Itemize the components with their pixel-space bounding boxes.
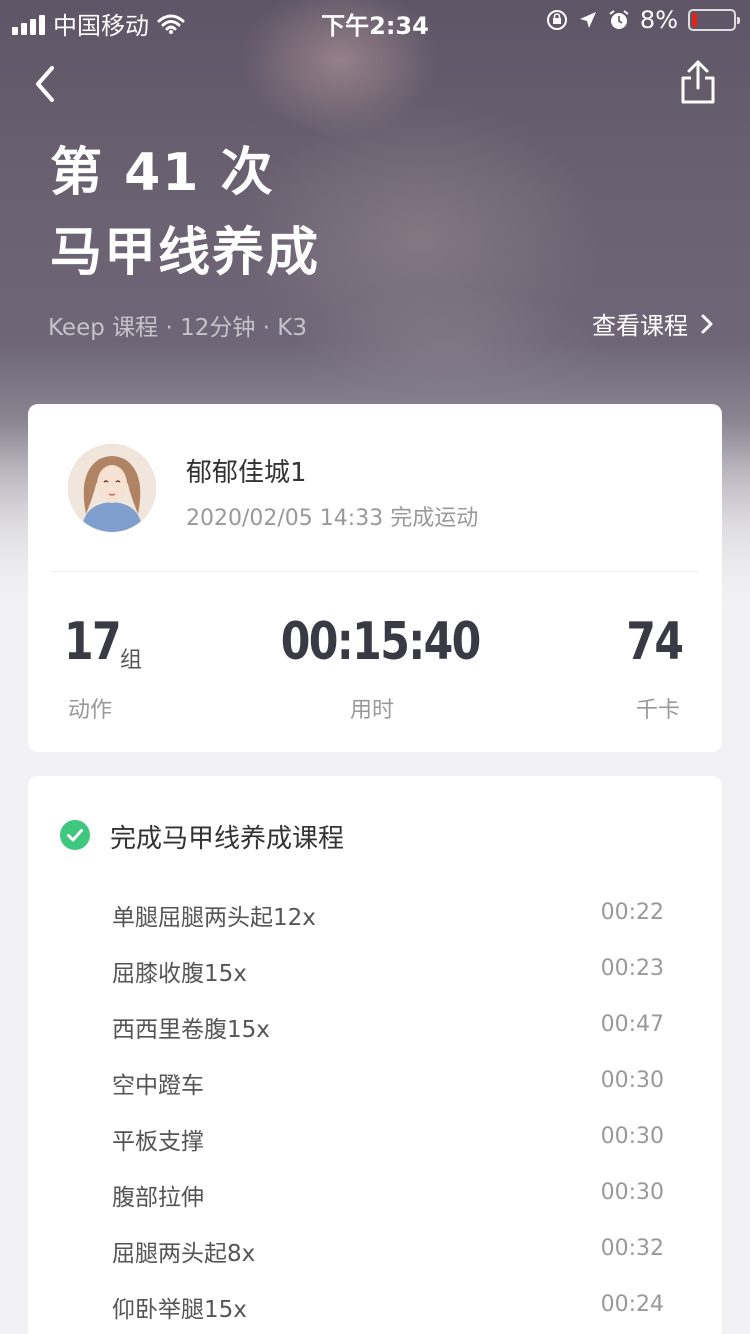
avatar[interactable] [68, 444, 156, 532]
chevron-left-icon [36, 66, 54, 102]
exercise-duration: 00:30 [600, 1180, 664, 1205]
actions-unit: 组 [120, 648, 143, 673]
list-item: 腹部拉伸 00:30 [28, 1168, 722, 1224]
workout-summary-card: 郁郁佳城1 2020/02/05 14:33 完成运动 17 组 动作 00:1… [28, 404, 722, 752]
exercise-duration: 00:24 [600, 1292, 664, 1317]
list-item: 屈腿两头起8x 00:32 [28, 1224, 722, 1280]
actions-count: 17 [64, 612, 122, 672]
course-complete-title: 完成马甲线养成课程 [110, 824, 345, 854]
divider [52, 571, 698, 572]
exercise-duration: 00:30 [600, 1124, 664, 1149]
share-button[interactable] [678, 58, 718, 106]
list-item: 屈膝收腹15x 00:23 [28, 944, 722, 1000]
calories-label: 千卡 [635, 698, 680, 723]
exercise-name: 平板支撑 [112, 1129, 204, 1155]
course-detail-card: 完成马甲线养成课程 单腿屈腿两头起12x 00:22 屈膝收腹15x 00:23… [28, 776, 722, 1334]
exercise-list: 单腿屈腿两头起12x 00:22 屈膝收腹15x 00:23 西西里卷腹15x … [28, 888, 722, 1334]
alarm-icon [609, 10, 629, 29]
course-name-title: 马甲线养成 [50, 223, 321, 283]
exercise-duration: 00:23 [600, 956, 664, 981]
back-button[interactable] [26, 62, 66, 106]
exercise-duration: 00:22 [600, 900, 664, 925]
exercise-name: 空中蹬车 [112, 1073, 204, 1099]
exercise-name: 仰卧举腿15x [112, 1297, 247, 1323]
duration-value: 00:15:40 [280, 612, 482, 672]
view-course-label: 查看课程 [592, 312, 688, 340]
list-item: 空中蹬车 00:30 [28, 1056, 722, 1112]
actions-label: 动作 [68, 698, 113, 723]
username: 郁郁佳城1 [186, 458, 307, 488]
list-item: 仰卧举腿15x 00:24 [28, 1280, 722, 1334]
exercise-name: 西西里卷腹15x [112, 1017, 270, 1043]
exercise-name: 单腿屈腿两头起12x [112, 905, 316, 931]
location-icon [579, 12, 596, 28]
list-item: 平板支撑 00:30 [28, 1112, 722, 1168]
share-icon [681, 60, 715, 104]
exercise-duration: 00:30 [600, 1068, 664, 1093]
chevron-right-icon [701, 314, 713, 333]
exercise-name: 屈腿两头起8x [112, 1241, 256, 1267]
status-bar: 中国移动 下午2:34 8% [0, 0, 750, 40]
calories-value: 74 [625, 612, 684, 672]
battery-percent: 8% [639, 6, 678, 34]
avatar-illustration [68, 444, 156, 532]
list-item: 西西里卷腹15x 00:47 [28, 1000, 722, 1056]
duration-label: 用时 [350, 698, 395, 723]
view-course-link[interactable]: 查看课程 [592, 306, 714, 341]
list-item: 单腿屈腿两头起12x 00:22 [28, 888, 722, 944]
exercise-name: 屈膝收腹15x [112, 961, 247, 987]
status-right: 8% [546, 6, 740, 34]
exercise-duration: 00:47 [600, 1012, 664, 1037]
check-circle-icon [60, 820, 90, 850]
exercise-name: 腹部拉伸 [112, 1185, 204, 1211]
session-count-title: 第 41 次 [50, 143, 275, 203]
rotation-lock-icon [546, 10, 567, 30]
exercise-duration: 00:32 [600, 1236, 664, 1261]
battery-icon [688, 9, 740, 31]
finish-time: 2020/02/05 14:33 完成运动 [186, 506, 479, 531]
course-meta: Keep 课程 · 12分钟 · K3 [48, 315, 307, 341]
